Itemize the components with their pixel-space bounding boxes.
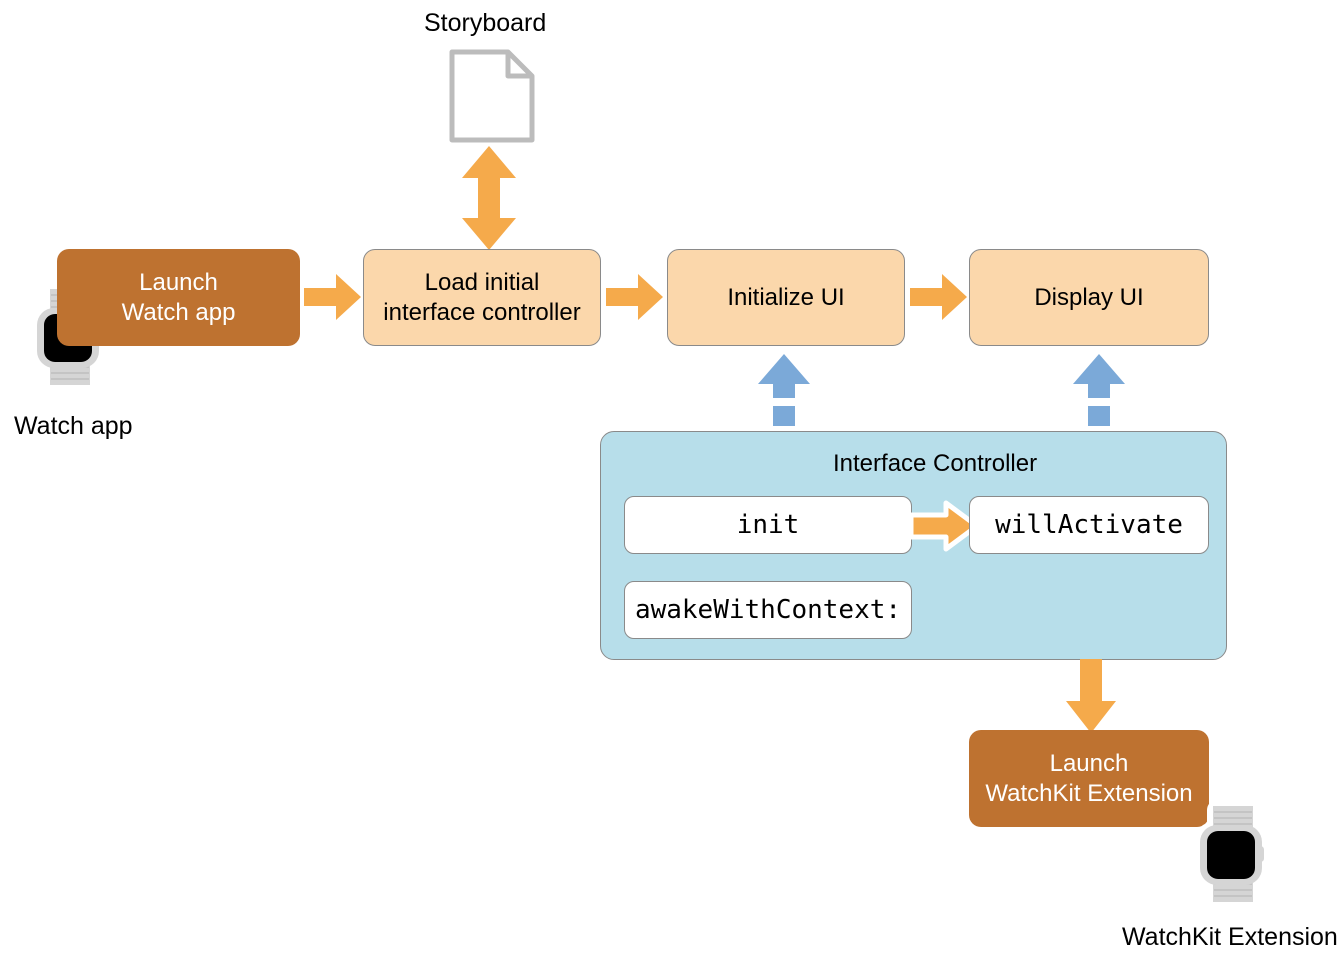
arrow-launch-to-load-icon <box>304 272 362 322</box>
node-launch-watchkit-extension-label: Launch WatchKit Extension <box>985 749 1193 807</box>
method-box-willactivate[interactable]: willActivate <box>969 496 1209 554</box>
node-initialize-ui[interactable]: Initialize UI <box>667 249 905 346</box>
node-initialize-ui-label: Initialize UI <box>727 283 845 311</box>
watchkit-extension-caption: WatchKit Extension <box>1122 923 1338 951</box>
method-box-init-label: init <box>736 510 800 540</box>
arrow-storyboard-to-load-icon <box>458 144 520 252</box>
node-launch-watch-app-label: Launch Watch app <box>121 268 236 326</box>
interface-controller-title: Interface Controller <box>833 450 1038 477</box>
method-box-init[interactable]: init <box>624 496 912 554</box>
node-display-ui[interactable]: Display UI <box>969 249 1209 346</box>
node-launch-watchkit-extension[interactable]: Launch WatchKit Extension <box>969 730 1209 827</box>
method-box-awakewithcontext[interactable]: awakeWithContext: <box>624 581 912 639</box>
diagram-canvas: Storyboard Watch app Launch Watch app Lo… <box>0 0 1339 959</box>
storyboard-label: Storyboard <box>424 9 547 37</box>
method-box-willactivate-label: willActivate <box>995 510 1183 540</box>
arrow-interface-controller-to-launch-extension-icon <box>1063 659 1119 735</box>
watch-app-caption: Watch app <box>14 412 133 440</box>
document-icon <box>448 48 536 144</box>
node-launch-watch-app[interactable]: Launch Watch app <box>57 249 300 346</box>
apple-watch-icon-watchkit-extension <box>1193 800 1275 908</box>
arrow-load-to-initialize-icon <box>606 272 664 322</box>
arrow-initialize-to-display-icon <box>910 272 968 322</box>
node-load-initial-interface-controller[interactable]: Load initial interface controller <box>363 249 601 346</box>
method-box-awakewithcontext-label: awakeWithContext: <box>634 595 902 625</box>
node-display-ui-label: Display UI <box>1034 283 1144 311</box>
node-load-initial-interface-controller-label: Load initial interface controller <box>383 268 581 326</box>
